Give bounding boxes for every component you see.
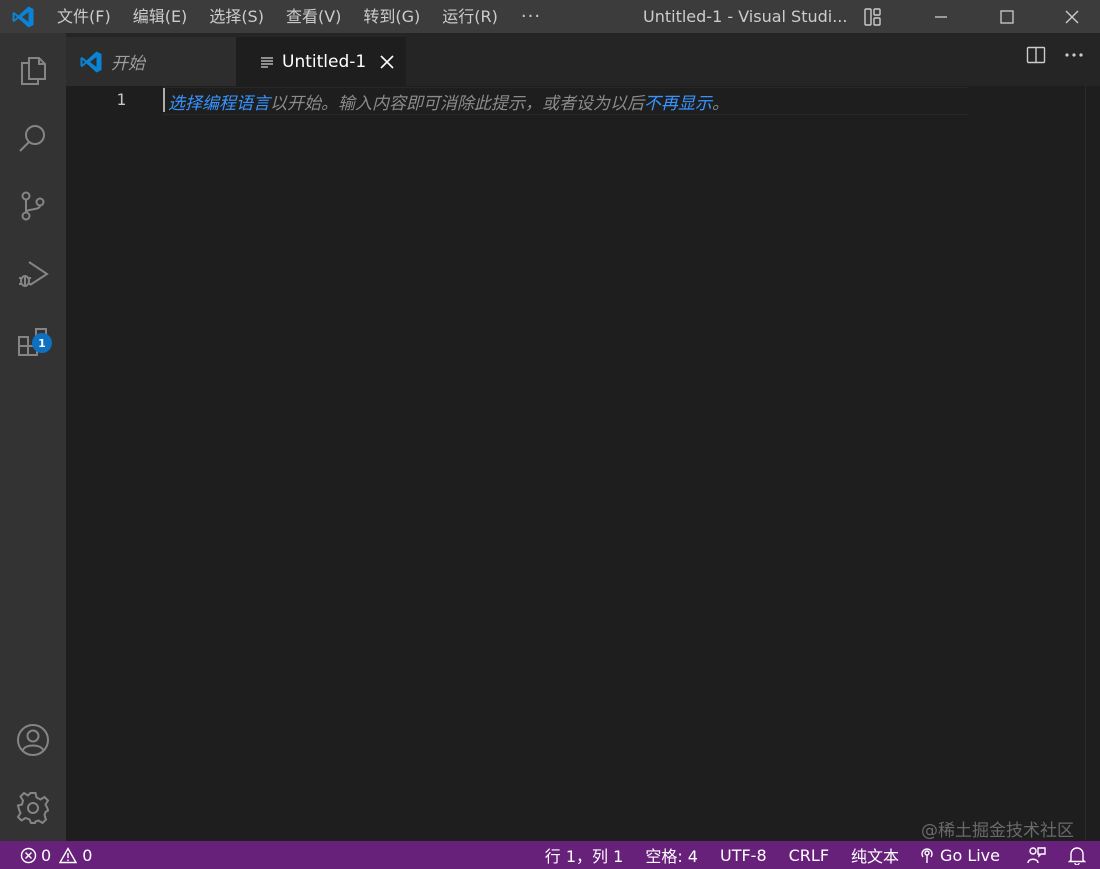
window-title: Untitled-1 - Visual Studi... [643, 7, 848, 26]
feedback-icon[interactable] [1018, 841, 1054, 869]
activity-bar: 1 [0, 33, 66, 841]
tab-welcome[interactable]: 开始 [66, 37, 236, 86]
search-icon[interactable] [0, 110, 66, 166]
menu-bar: 文件(F) 编辑(E) 选择(S) 查看(V) 转到(G) 运行(R) ··· [46, 0, 553, 33]
problems-status[interactable]: 0 0 [0, 841, 100, 869]
go-live-label: Go Live [940, 845, 1000, 865]
encoding-status[interactable]: UTF-8 [712, 841, 775, 869]
language-mode[interactable]: 纯文本 [843, 841, 907, 869]
eol-status[interactable]: CRLF [781, 841, 837, 869]
warning-icon [59, 846, 78, 864]
menu-go[interactable]: 转到(G) [352, 0, 431, 33]
error-icon [20, 847, 37, 864]
maximize-button[interactable] [982, 0, 1032, 33]
vscode-logo-icon [0, 0, 46, 33]
select-language-link[interactable]: 选择编程语言 [168, 94, 270, 114]
cursor-position[interactable]: 行 1，列 1 [537, 841, 632, 869]
notifications-bell-icon[interactable] [1060, 841, 1100, 869]
menu-file[interactable]: 文件(F) [46, 0, 122, 33]
vertical-scrollbar[interactable] [1085, 86, 1086, 841]
text-cursor [163, 88, 165, 112]
editor-actions [1026, 45, 1100, 65]
explorer-icon[interactable] [0, 42, 66, 98]
extensions-icon[interactable]: 1 [0, 314, 66, 370]
run-and-debug-icon[interactable] [0, 246, 66, 302]
hint-period: 。 [712, 94, 729, 114]
more-actions-icon[interactable] [1064, 45, 1084, 65]
menu-edit[interactable]: 编辑(E) [122, 0, 199, 33]
close-window-button[interactable] [1047, 0, 1097, 33]
line-number: 1 [116, 90, 126, 109]
warning-count: 0 [82, 845, 93, 865]
split-editor-icon[interactable] [1026, 45, 1046, 65]
menu-selection[interactable]: 选择(S) [198, 0, 275, 33]
customize-layout-icon[interactable] [862, 6, 884, 28]
go-live-button[interactable]: Go Live [911, 841, 1008, 869]
title-bar: 文件(F) 编辑(E) 选择(S) 查看(V) 转到(G) 运行(R) ··· … [0, 0, 1100, 33]
dont-show-again-link[interactable]: 不再显示 [644, 94, 712, 114]
tab-untitled-1[interactable]: Untitled-1 [236, 37, 406, 86]
settings-gear-icon[interactable] [0, 780, 66, 836]
status-bar: 0 0 行 1，列 1 空格: 4 UTF-8 CRLF 纯文本 Go Live [0, 841, 1100, 869]
broadcast-icon [919, 846, 935, 864]
editor-area[interactable]: 1 选择编程语言以开始。输入内容即可消除此提示，或者设为以后不再显示。 @稀土掘… [66, 86, 1100, 841]
error-count: 0 [41, 845, 52, 865]
menu-more-icon[interactable]: ··· [509, 0, 553, 33]
empty-editor-hint: 选择编程语言以开始。输入内容即可消除此提示，或者设为以后不再显示。 [168, 89, 729, 114]
close-tab-icon[interactable] [380, 54, 394, 69]
vscode-logo-icon [79, 50, 103, 74]
tab-untitled-label: Untitled-1 [282, 51, 367, 72]
menu-run[interactable]: 运行(R) [431, 0, 509, 33]
extensions-badge: 1 [32, 333, 52, 353]
tab-welcome-label: 开始 [111, 54, 145, 74]
hint-text: 以开始。输入内容即可消除此提示，或者设为以后 [270, 94, 644, 114]
source-control-icon[interactable] [0, 178, 66, 234]
indentation-status[interactable]: 空格: 4 [637, 841, 706, 869]
accounts-icon[interactable] [0, 712, 66, 768]
watermark: @稀土掘金技术社区 [921, 821, 1074, 841]
menu-view[interactable]: 查看(V) [275, 0, 352, 33]
minimize-button[interactable] [916, 0, 966, 33]
editor-tab-bar: 开始 Untitled-1 [66, 33, 1100, 86]
file-lines-icon [260, 55, 274, 69]
